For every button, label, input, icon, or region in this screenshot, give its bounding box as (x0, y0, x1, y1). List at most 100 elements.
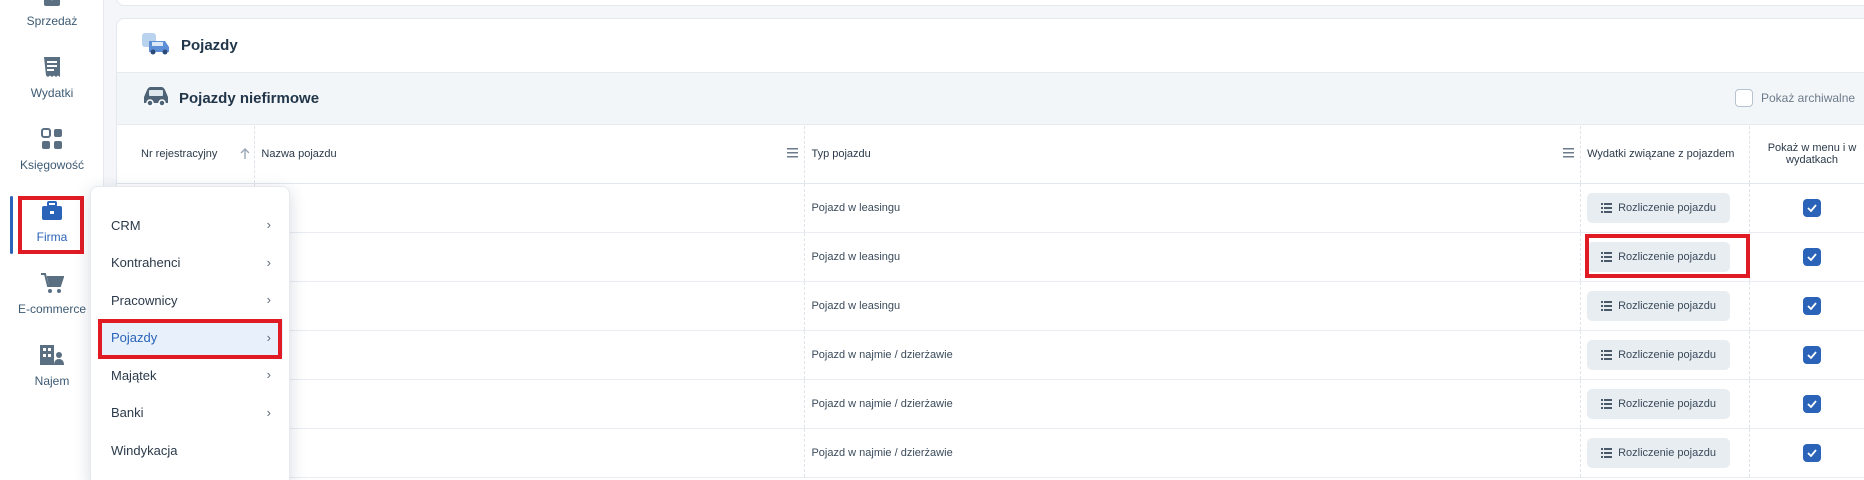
receipt-icon (39, 54, 65, 80)
cell-show (1749, 183, 1864, 233)
cell-show (1749, 379, 1864, 429)
submenu-item-label: Kontrahenci (111, 255, 181, 270)
cell-expenses: Rozliczenie pojazdu (1580, 330, 1751, 380)
cell-type: Pojazd w najmie / dzierżawie (804, 379, 1582, 429)
vehicle-settlement-button[interactable]: Rozliczenie pojazdu (1587, 339, 1730, 370)
svg-text:$: $ (49, 0, 56, 2)
vehicle-settlement-button[interactable]: Rozliczenie pojazdu (1587, 437, 1730, 468)
car-icon (141, 85, 171, 112)
button-label: Rozliczenie pojazdu (1618, 348, 1716, 361)
building-icon (39, 342, 65, 368)
cell-name (254, 183, 806, 233)
table-header-row: Nr rejestracyjny Nazwa pojazdu Typ pojaz… (117, 126, 1864, 184)
list-icon (1601, 398, 1613, 409)
vehicles-icon (141, 31, 171, 60)
highlight-row2-button (1585, 234, 1750, 278)
show-in-menu-checkbox[interactable] (1803, 247, 1822, 266)
table-body: Pojazd w leasinguRozliczenie pojazdugPoj… (117, 183, 1864, 478)
submenu-item-banki[interactable]: Banki › (99, 395, 283, 431)
show-in-menu-checkbox[interactable] (1803, 296, 1822, 315)
cell-name: g (254, 281, 806, 331)
sidebar-item-sprzedaz[interactable]: $ Sprzedaż (10, 0, 94, 34)
table-row[interactable]: gPojazd w leasingu Rozliczenie pojazdu (117, 281, 1864, 331)
column-label: Typ pojazdu (811, 148, 871, 161)
table-row[interactable]: 100%Pojazd w najmie / dzierżawie Rozlicze… (117, 379, 1864, 429)
show-archived-checkbox[interactable] (1735, 89, 1753, 107)
column-label: Nazwa pojazdu (261, 148, 337, 161)
chevron-right-icon: › (266, 217, 271, 232)
list-icon (1601, 202, 1613, 213)
cell-name: g (254, 232, 806, 282)
column-header-show: Pokaż w menu i w wydatkach (1749, 126, 1864, 184)
cart-icon (39, 270, 65, 296)
chevron-right-icon: › (266, 404, 271, 420)
vehicle-settlement-button[interactable]: Rozliczenie pojazdu (1587, 290, 1730, 321)
sidebar-item-ecommerce[interactable]: E-commerce (10, 258, 94, 322)
cell-show (1749, 330, 1864, 380)
table-row[interactable]: 100%Pojazd w najmie / dzierżawie Rozlicze… (117, 428, 1864, 478)
cell-expenses: Rozliczenie pojazdu (1580, 183, 1751, 233)
column-label: Pokaż w menu i w wydatkach (1767, 142, 1857, 167)
cell-expenses: Rozliczenie pojazdu (1580, 428, 1751, 478)
submenu-item-crm[interactable]: CRM › (99, 207, 283, 243)
submenu-item-kontrahenci[interactable]: Kontrahenci › (99, 245, 283, 281)
vehicle-settlement-button[interactable]: Rozliczenie pojazdu (1587, 192, 1730, 223)
cell-show (1749, 232, 1864, 282)
show-in-menu-checkbox[interactable] (1803, 198, 1822, 217)
column-menu-icon[interactable] (1563, 148, 1575, 161)
sort-arrow-up-icon[interactable] (240, 148, 250, 163)
button-label: Rozliczenie pojazdu (1618, 397, 1716, 410)
show-in-menu-checkbox[interactable] (1803, 443, 1822, 462)
cell-show (1749, 281, 1864, 331)
cell-type: Pojazd w leasingu (804, 183, 1582, 233)
vehicle-settlement-button[interactable]: Rozliczenie pojazdu (1587, 388, 1730, 419)
highlight-pojazdy (98, 319, 282, 359)
sidebar-item-label: Najem (34, 374, 70, 388)
submenu-item-label: CRM (111, 217, 141, 233)
column-header-name[interactable]: Nazwa pojazdu (254, 126, 806, 184)
sidebar-item-label: E-commerce (17, 302, 86, 316)
highlight-firma (18, 196, 84, 254)
grid-icon (39, 126, 65, 152)
column-header-type[interactable]: Typ pojazdu (804, 126, 1582, 184)
button-label: Rozliczenie pojazdu (1618, 446, 1716, 459)
submenu-item-label: Banki (111, 405, 144, 420)
sidebar-item-ksiegowosc[interactable]: Księgowość (10, 114, 94, 178)
vehicles-table: Nr rejestracyjny Nazwa pojazdu Typ pojaz… (117, 126, 1864, 478)
card-header: Pojazdy (117, 19, 1864, 73)
column-label: Nr rejestracyjny (141, 148, 218, 161)
chevron-right-icon: › (266, 254, 271, 270)
sidebar-item-najem[interactable]: Najem (10, 330, 94, 394)
cell-name: 100% (254, 330, 806, 380)
table-row[interactable]: 100%Pojazd w najmie / dzierżawie Rozlicze… (117, 330, 1864, 380)
table-row[interactable]: Pojazd w leasingu Rozliczenie pojazdu (117, 183, 1864, 233)
show-archived-label: Pokaż archiwalne (1761, 91, 1856, 105)
chevron-right-icon: › (266, 292, 271, 307)
submenu-item-label: Pracownicy (111, 292, 178, 308)
cell-name: 100% (254, 428, 806, 478)
column-header-reg[interactable]: Nr rejestracyjny (117, 126, 256, 184)
list-icon (1601, 300, 1613, 311)
cell-expenses: Rozliczenie pojazdu (1580, 379, 1751, 429)
submenu-item-maj-tek[interactable]: Majątek › (99, 357, 283, 393)
column-menu-icon[interactable] (787, 148, 799, 161)
list-icon (1601, 447, 1613, 458)
dollar-doc-icon: $ (39, 0, 65, 8)
submenu-item-pracownicy[interactable]: Pracownicy › (99, 282, 283, 318)
sidebar-item-label: Księgowość (19, 158, 85, 172)
cell-type: Pojazd w najmie / dzierżawie (804, 428, 1582, 478)
cell-show (1749, 428, 1864, 478)
page-title: Pojazdy (181, 37, 238, 54)
list-icon (1601, 349, 1613, 360)
app-root: $ Sprzedaż Wydatki Księgowość Firma (0, 0, 1864, 480)
show-in-menu-checkbox[interactable] (1803, 345, 1822, 364)
section-header: Pojazdy niefirmowe Pokaż archiwalne (117, 73, 1864, 125)
show-in-menu-checkbox[interactable] (1803, 394, 1822, 413)
sidebar-item-wydatki[interactable]: Wydatki (10, 42, 94, 106)
submenu-item-windykacja[interactable]: Windykacja (99, 432, 283, 468)
submenu-item-label: Windykacja (111, 442, 178, 458)
column-header-expenses: Wydatki związane z pojazdem (1580, 126, 1751, 184)
chevron-right-icon: › (266, 367, 271, 382)
sidebar-item-label: Sprzedaż (26, 14, 78, 28)
show-archived-toggle[interactable]: Pokaż archiwalne (1735, 89, 1855, 107)
